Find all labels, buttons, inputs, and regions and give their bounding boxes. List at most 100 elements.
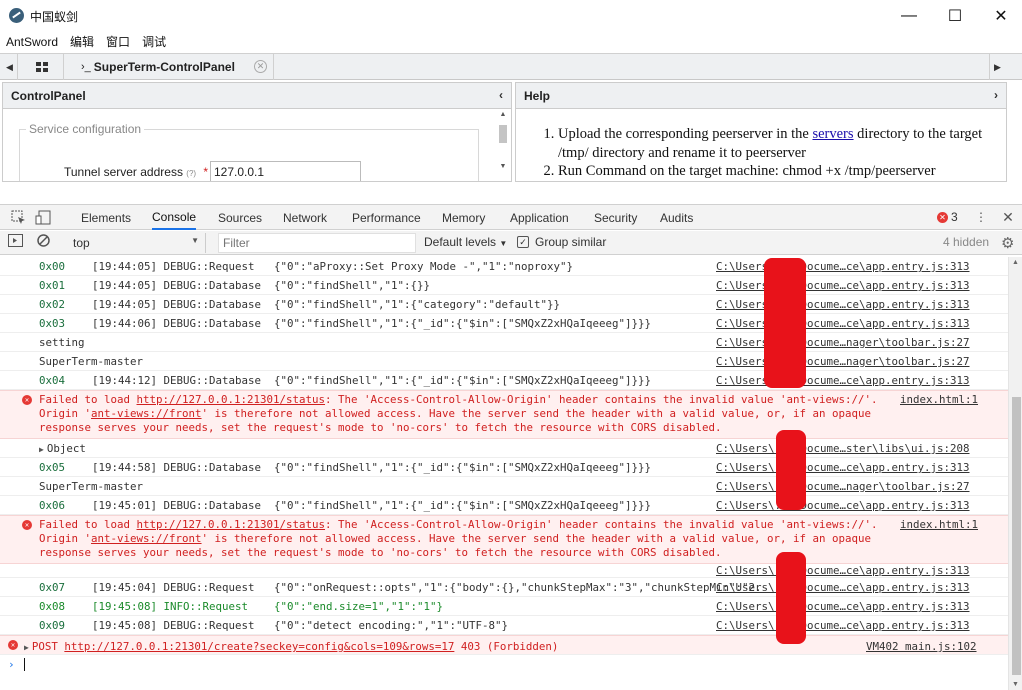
create-url-link[interactable]: http://127.0.0.1:21301/create?seckey=con… xyxy=(64,640,454,653)
clear-console-icon[interactable] xyxy=(37,234,53,250)
source-link[interactable]: C:\Users\...\Docume…nager\toolbar.js:27 xyxy=(716,480,970,493)
group-similar-toggle[interactable]: ✓ Group similar xyxy=(517,235,606,249)
dropdown-arrow-icon: ▼ xyxy=(191,236,199,245)
source-link[interactable]: C:\Users\...\Docume…ce\app.entry.js:313 xyxy=(716,317,970,330)
tab-scroll-left-icon[interactable]: ◀ xyxy=(2,54,18,80)
tab-audits[interactable]: Audits xyxy=(660,205,693,230)
tab-scroll-right-icon[interactable]: ▶ xyxy=(989,54,1005,80)
error-icon: ✕ xyxy=(22,520,32,530)
scroll-up-icon[interactable]: ▲ xyxy=(497,111,509,121)
source-link[interactable]: C:\Users\...\Docume…ce\app.entry.js:313 xyxy=(716,581,970,594)
tab-elements[interactable]: Elements xyxy=(81,205,131,230)
tab-network[interactable]: Network xyxy=(283,205,327,230)
source-link[interactable]: C:\Users\...\Docume…ce\app.entry.js:313 xyxy=(716,564,970,577)
error-count-badge[interactable]: ✕ 3 xyxy=(937,210,958,224)
error-icon: ✕ xyxy=(22,395,32,405)
control-panel-scrollbar[interactable]: ▲ ▼ xyxy=(497,111,509,181)
prompt-chevron-icon: › xyxy=(8,658,15,671)
console-filterbar: top ▼ Default levels ▼ ✓ Group similar 4… xyxy=(0,231,1022,255)
collapse-left-icon[interactable]: ‹ xyxy=(499,88,503,102)
source-link[interactable]: C:\Users\...\Docume…ce\app.entry.js:313 xyxy=(716,260,970,273)
tab-application[interactable]: Application xyxy=(510,205,569,230)
console-filter-input[interactable] xyxy=(218,233,416,253)
antsword-logo-icon xyxy=(9,8,24,23)
help-panel-title: Help xyxy=(524,89,551,103)
scroll-up-icon[interactable]: ▲ xyxy=(1012,259,1019,266)
console-prompt[interactable]: › xyxy=(0,655,1008,675)
menu-debug[interactable]: 调试 xyxy=(142,33,166,50)
tab-label: SuperTerm-ControlPanel xyxy=(93,60,235,74)
tab-console[interactable]: Console xyxy=(152,205,197,230)
error-row: ✕ Failed to load http://127.0.0.1:21301/… xyxy=(0,515,1008,564)
more-options-icon[interactable]: ⋮ xyxy=(972,208,990,226)
source-link[interactable]: C:\Users\...\Docume…nager\toolbar.js:27 xyxy=(716,336,970,349)
redaction-mark xyxy=(776,552,806,644)
title-bar: 中国蚁剑 — ☐ ✕ xyxy=(0,0,1022,31)
tab-security[interactable]: Security xyxy=(594,205,637,230)
control-panel-header: ControlPanel ‹ xyxy=(3,83,511,109)
origin-link[interactable]: ant-views://front xyxy=(91,407,202,420)
help-step-2: Run Command on the target machine: chmod… xyxy=(558,162,998,181)
settings-gear-icon[interactable]: ⚙ xyxy=(1001,234,1017,252)
source-link[interactable]: C:\Users\...\Docume…ce\app.entry.js:313 xyxy=(716,499,970,512)
service-configuration-fieldset: Service configuration Tunnel server addr… xyxy=(19,122,479,181)
close-devtools-icon[interactable]: ✕ xyxy=(999,208,1017,226)
close-window-button[interactable]: ✕ xyxy=(978,0,1022,31)
console-log: 0x00 [19:44:05] DEBUG::Request {"0":"aPro… xyxy=(0,257,1008,690)
scroll-thumb[interactable] xyxy=(499,125,507,143)
source-link[interactable]: C:\Users\...\Docume…ce\app.entry.js:313 xyxy=(716,279,970,292)
log-row: 0x01 [19:44:05] DEBUG::Database {"0":"fin… xyxy=(0,276,1008,295)
source-link[interactable]: C:\Users\...\Docume…nager\toolbar.js:27 xyxy=(716,355,970,368)
post-error-row: ✕ ▶ POST http://127.0.0.1:21301/create?se… xyxy=(0,635,1008,655)
context-selector[interactable]: top ▼ xyxy=(68,233,206,253)
source-link[interactable]: VM402 main.js:102 xyxy=(866,640,977,653)
tab-memory[interactable]: Memory xyxy=(442,205,485,230)
source-link[interactable]: C:\Users\...\Docume…ce\app.entry.js:313 xyxy=(716,619,970,632)
inspect-element-icon[interactable] xyxy=(9,208,27,226)
tab-superterm-controlpanel[interactable]: ›_ SuperTerm-ControlPanel ✕ xyxy=(66,54,274,80)
status-url-link[interactable]: http://127.0.0.1:21301/status xyxy=(137,393,326,406)
menu-antsword[interactable]: AntSword xyxy=(6,35,58,49)
tunnel-address-input[interactable] xyxy=(210,161,361,181)
menu-edit[interactable]: 编辑 xyxy=(70,33,94,50)
source-link[interactable]: C:\Users\...\Docume…ster\libs\ui.js:208 xyxy=(716,442,970,455)
menu-window[interactable]: 窗口 xyxy=(106,33,130,50)
collapse-right-icon[interactable]: › xyxy=(994,88,998,102)
status-url-link[interactable]: http://127.0.0.1:21301/status xyxy=(137,518,326,531)
tunnel-address-label: Tunnel server address (?) * xyxy=(64,165,209,179)
scroll-thumb[interactable] xyxy=(1012,397,1021,675)
log-row: 0x00 [19:44:05] DEBUG::Request {"0":"aPro… xyxy=(0,257,1008,276)
origin-link[interactable]: ant-views://front xyxy=(91,532,202,545)
grid-icon xyxy=(35,62,48,72)
error-icon: ✕ xyxy=(937,211,948,223)
minimize-button[interactable]: — xyxy=(886,0,932,31)
tab-home[interactable] xyxy=(20,54,64,80)
checkbox-checked-icon[interactable]: ✓ xyxy=(517,236,529,248)
window-title: 中国蚁剑 xyxy=(30,10,79,24)
source-link[interactable]: C:\Users\...\Docume…ce\app.entry.js:313 xyxy=(716,461,970,474)
tab-sources[interactable]: Sources xyxy=(218,205,262,230)
scroll-down-icon[interactable]: ▼ xyxy=(497,163,509,173)
scroll-down-icon[interactable]: ▼ xyxy=(1012,681,1019,688)
maximize-button[interactable]: ☐ xyxy=(932,0,978,31)
source-link[interactable]: C:\Users\...\Docume…ce\app.entry.js:313 xyxy=(716,600,970,613)
log-row: 0x05 [19:44:58] DEBUG::Database {"0":"fin… xyxy=(0,458,1008,477)
error-icon: ✕ xyxy=(8,640,18,650)
object-row[interactable]: ▶ Object C:\Users\...\Docume…ster\libs\ui.… xyxy=(0,439,1008,458)
source-link[interactable]: index.html:1 xyxy=(900,393,978,406)
console-scrollbar[interactable]: ▲ ▼ xyxy=(1008,257,1022,690)
sidebar-toggle-icon[interactable] xyxy=(8,234,24,250)
expand-triangle-icon[interactable]: ▶ xyxy=(39,445,44,454)
log-row: SuperTerm-master C:\Users\...\Docume…nage… xyxy=(0,352,1008,371)
device-toggle-icon[interactable] xyxy=(34,208,52,226)
tab-performance[interactable]: Performance xyxy=(352,205,421,230)
expand-triangle-icon[interactable]: ▶ xyxy=(24,643,29,652)
help-hint-icon[interactable]: (?) xyxy=(186,169,196,178)
source-link[interactable]: index.html:1 xyxy=(900,518,978,531)
servers-link[interactable]: servers xyxy=(812,126,853,142)
source-link[interactable]: C:\Users\...\Docume…ce\app.entry.js:313 xyxy=(716,298,970,311)
hidden-count: 4 hidden xyxy=(943,235,990,249)
tab-close-icon[interactable]: ✕ xyxy=(254,60,267,73)
log-levels-dropdown[interactable]: Default levels ▼ xyxy=(424,235,507,249)
source-link[interactable]: C:\Users\...\Docume…ce\app.entry.js:313 xyxy=(716,374,970,387)
